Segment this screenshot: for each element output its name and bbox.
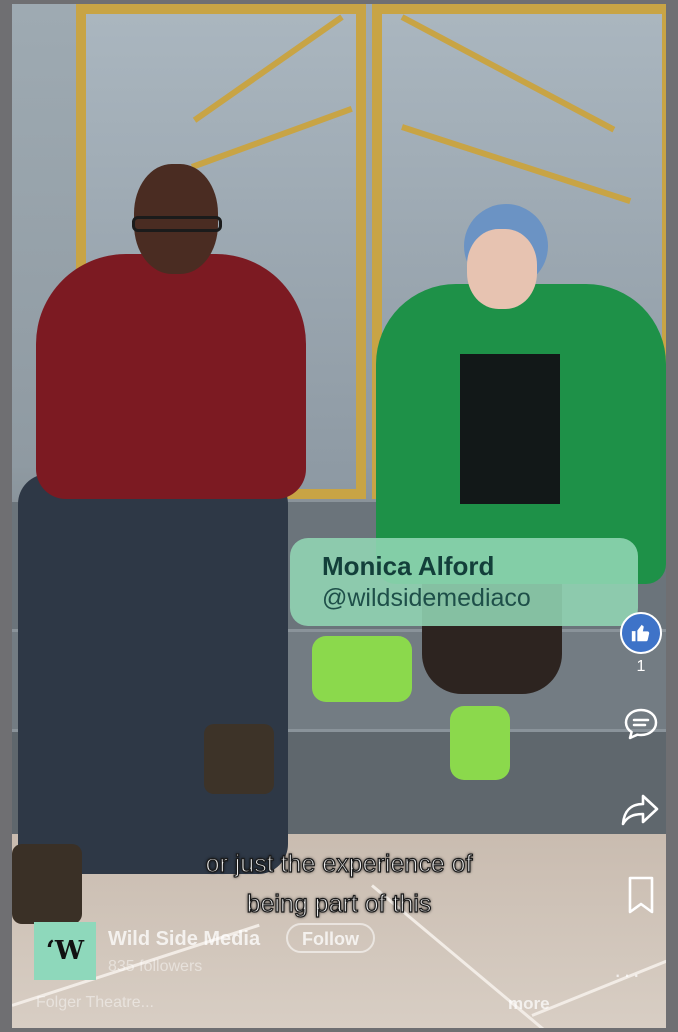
person-right-top	[460, 354, 560, 504]
channel-name[interactable]: Wild Side Media	[108, 928, 260, 951]
follow-button[interactable]: Follow	[286, 923, 375, 953]
thumbs-up-icon[interactable]	[620, 612, 662, 654]
comment-button[interactable]	[618, 704, 664, 744]
share-arrow-icon[interactable]	[619, 790, 663, 830]
comment-icon[interactable]	[621, 704, 661, 744]
more-link[interactable]: more	[508, 994, 550, 1014]
save-button[interactable]	[618, 874, 664, 916]
bookmark-icon[interactable]	[623, 874, 659, 916]
video-description: Folger Theatre...	[36, 994, 154, 1011]
person-left-jeans	[18, 474, 288, 874]
caption-line: being part of this	[246, 889, 432, 918]
like-count: 1	[636, 658, 646, 675]
person-left-glasses	[132, 216, 222, 232]
person-right-shoe	[450, 706, 510, 780]
person-left-hoodie	[36, 254, 306, 499]
channel-info-bar: ‘W Wild Side Media Follow 835 followers …	[34, 922, 634, 1022]
subtitle-caption: or just the experience of being part of …	[12, 844, 666, 924]
channel-avatar[interactable]: ‘W	[34, 922, 96, 980]
caption-line: or just the experience of	[205, 849, 473, 878]
follower-count: 835 followers	[108, 958, 203, 975]
share-button[interactable]	[618, 790, 664, 830]
video-frame[interactable]: Monica Alford @wildsidemediaco or just t…	[12, 4, 666, 1028]
person-right-face	[467, 229, 537, 309]
speaker-name: Monica Alford	[322, 551, 495, 581]
person-right-shoe	[312, 636, 412, 702]
speaker-name-card: Monica Alford @wildsidemediaco	[290, 538, 638, 626]
person-left-shoe	[204, 724, 274, 794]
like-button[interactable]: 1	[618, 612, 664, 676]
speaker-handle: @wildsidemediaco	[322, 584, 531, 612]
more-dots-icon[interactable]: ···	[614, 962, 642, 988]
